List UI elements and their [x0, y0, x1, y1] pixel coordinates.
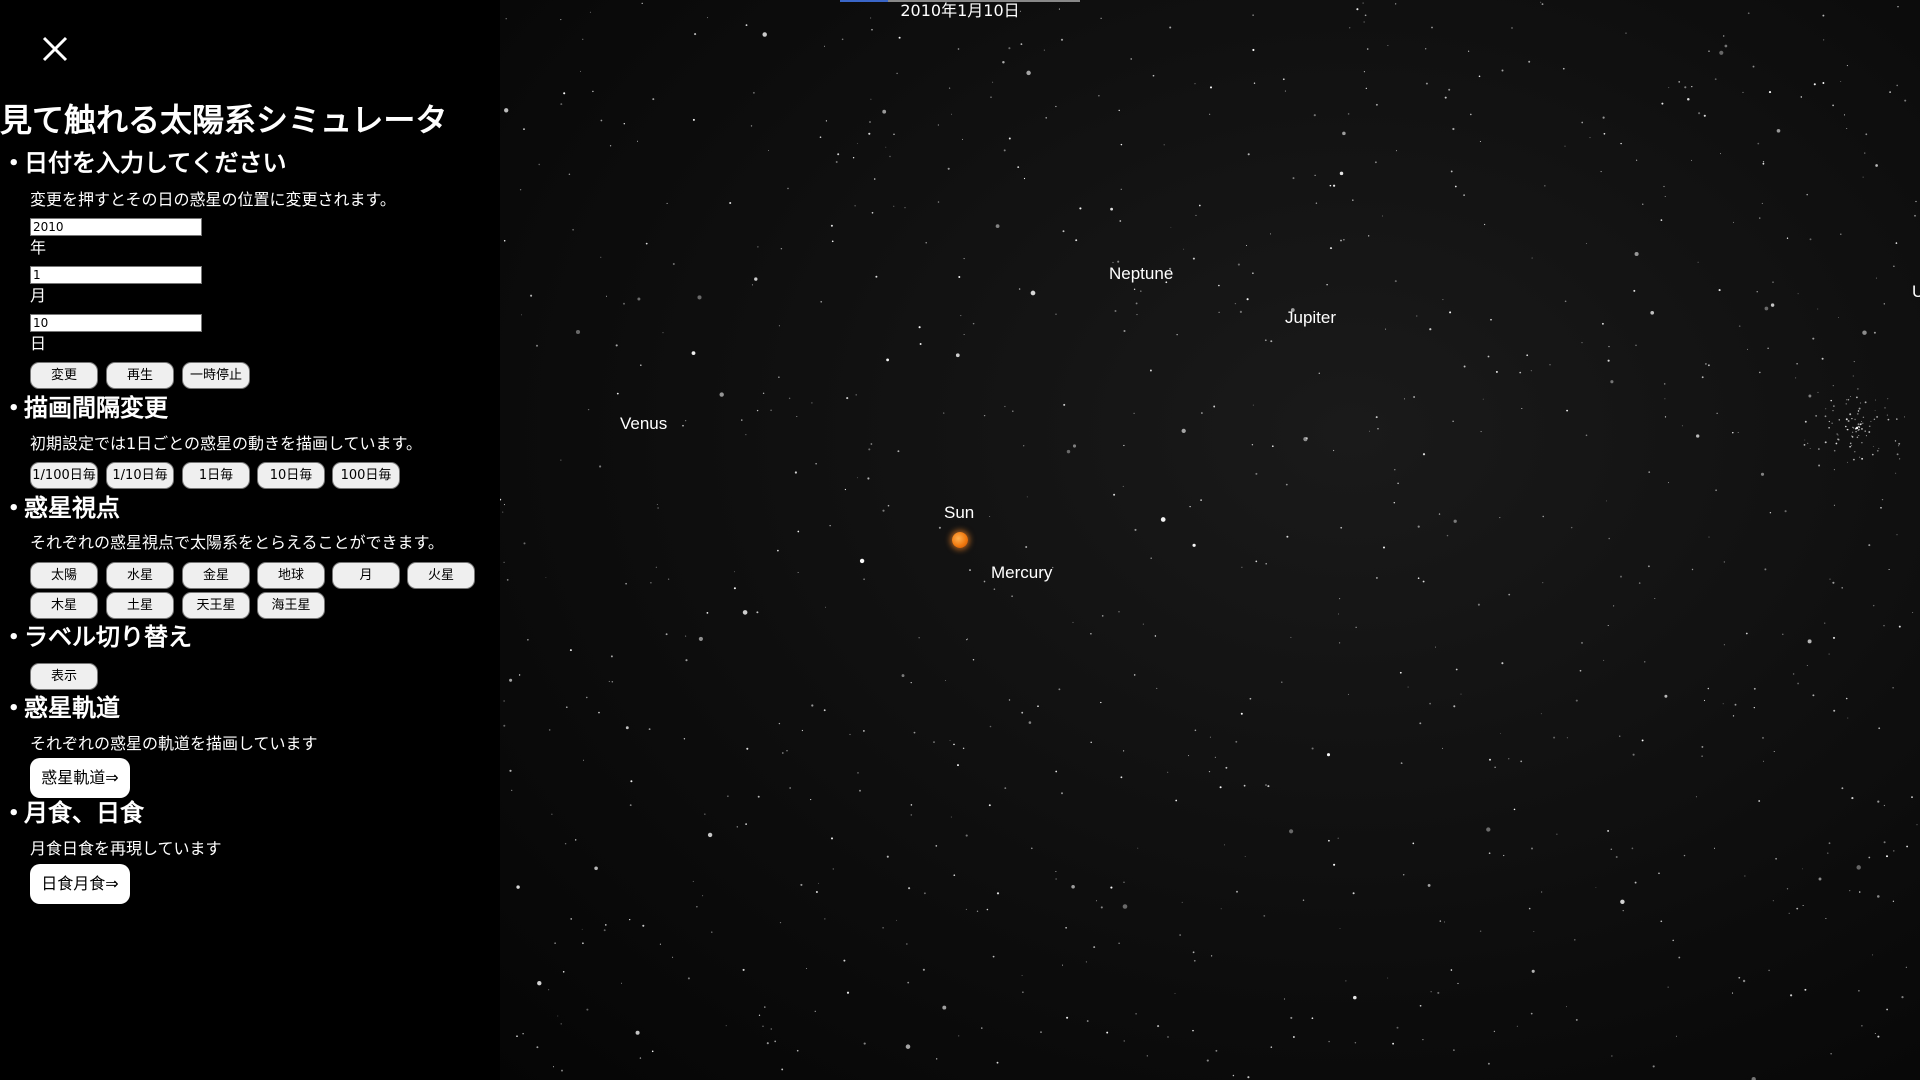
label-section-heading-text: ラベル切り替え — [24, 623, 192, 651]
viewpoint-jupiter-button[interactable]: 木星 — [30, 592, 98, 619]
eclipse-link-button[interactable]: 日食月食⇒ — [30, 864, 130, 904]
day-unit-label: 日 — [30, 334, 47, 353]
label-section-heading: • ラベル切り替え — [8, 622, 192, 653]
interval-section-heading: • 描画間隔変更 — [8, 393, 168, 424]
venus-label: Venus — [620, 414, 668, 433]
pause-button[interactable]: 一時停止 — [182, 362, 250, 389]
interval-section-description: 初期設定では1日ごとの惑星の動きを描画しています。 — [30, 434, 422, 453]
eclipse-section-heading-text: 月食、日食 — [24, 799, 144, 827]
viewpoint-saturn-button[interactable]: 土星 — [106, 592, 174, 619]
viewpoint-moon-button[interactable]: 月 — [332, 562, 400, 589]
interval-button-1-10[interactable]: 1/10日毎 — [106, 462, 174, 489]
viewpoint-uranus-button[interactable]: 天王星 — [182, 592, 250, 619]
bullet-icon: • — [8, 398, 20, 419]
mercury-label: Mercury — [991, 563, 1053, 582]
bullet-icon: • — [8, 153, 20, 174]
neptune-label: Neptune — [1109, 264, 1174, 283]
interval-button-1[interactable]: 1日毎 — [182, 462, 250, 489]
app-title: 見て触れる太陽系シミュレータ — [0, 101, 448, 139]
bullet-icon: • — [8, 498, 20, 519]
viewpoint-venus-button[interactable]: 金星 — [182, 562, 250, 589]
control-panel: 見て触れる太陽系シミュレータ • 日付を入力してください 変更を押すとその日の惑星… — [0, 0, 500, 1080]
simulation-canvas[interactable] — [500, 0, 1920, 1080]
starfield-background — [500, 1, 1918, 1080]
viewpoint-mercury-button[interactable]: 水星 — [106, 562, 174, 589]
day-input[interactable] — [30, 314, 202, 332]
apply-date-button[interactable]: 変更 — [30, 362, 98, 389]
viewpoint-mars-button[interactable]: 火星 — [407, 562, 475, 589]
uranus-label: U — [1912, 282, 1920, 301]
eclipse-section-heading: • 月食、日食 — [8, 798, 144, 829]
date-section-description: 変更を押すとその日の惑星の位置に変更されます。 — [30, 190, 396, 209]
sun-marker[interactable] — [952, 532, 968, 548]
toggle-label-button[interactable]: 表示 — [30, 663, 98, 690]
date-progress-fill — [840, 0, 888, 2]
interval-button-100[interactable]: 100日毎 — [332, 462, 400, 489]
viewpoint-section-heading: • 惑星視点 — [8, 493, 120, 524]
play-button[interactable]: 再生 — [106, 362, 174, 389]
interval-button-1-100[interactable]: 1/100日毎 — [30, 462, 98, 489]
viewpoint-sun-button[interactable]: 太陽 — [30, 562, 98, 589]
orbit-section-heading-text: 惑星軌道 — [24, 694, 120, 722]
sun-label: Sun — [944, 503, 975, 522]
interval-section-heading-text: 描画間隔変更 — [24, 394, 168, 422]
bullet-icon: • — [8, 627, 20, 648]
viewpoint-section-heading-text: 惑星視点 — [24, 494, 120, 522]
month-input[interactable] — [30, 266, 202, 284]
current-date-display: 2010年1月10日 — [900, 1, 1020, 20]
date-section-heading-text: 日付を入力してください — [24, 149, 287, 177]
jupiter-label: Jupiter — [1285, 308, 1337, 327]
year-unit-label: 年 — [30, 238, 47, 257]
eclipse-section-description: 月食日食を再現しています — [30, 839, 222, 858]
orbit-section-heading: • 惑星軌道 — [8, 693, 120, 724]
month-unit-label: 月 — [30, 286, 47, 305]
bullet-icon: • — [8, 803, 20, 824]
interval-button-10[interactable]: 10日毎 — [257, 462, 325, 489]
viewpoint-section-description: それぞれの惑星視点で太陽系をとらえることができます。 — [30, 533, 444, 552]
bullet-icon: • — [8, 698, 20, 719]
orbit-section-description: それぞれの惑星の軌道を描画しています — [30, 734, 318, 753]
orbit-link-button[interactable]: 惑星軌道⇒ — [30, 758, 130, 798]
close-icon[interactable] — [36, 30, 74, 68]
viewpoint-neptune-button[interactable]: 海王星 — [257, 592, 325, 619]
year-input[interactable] — [30, 218, 202, 236]
viewpoint-earth-button[interactable]: 地球 — [257, 562, 325, 589]
date-section-heading: • 日付を入力してください — [8, 148, 287, 179]
